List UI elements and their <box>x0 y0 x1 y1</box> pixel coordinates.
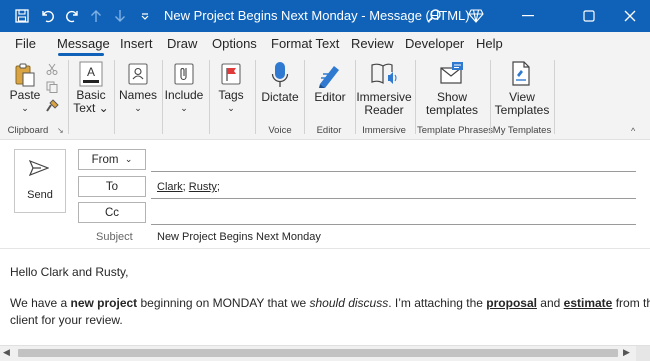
arrow-up-icon[interactable] <box>86 6 106 26</box>
tab-format-text[interactable]: Format Text <box>271 36 339 51</box>
ribbon-separator <box>162 60 163 134</box>
ribbon-separator <box>68 60 69 134</box>
format-painter-icon[interactable] <box>44 98 60 114</box>
tab-help[interactable]: Help <box>476 36 503 51</box>
to-button[interactable]: To <box>78 176 146 197</box>
minimize-icon[interactable] <box>508 0 548 32</box>
group-label-voice: Voice <box>268 125 292 136</box>
immersive-reader-label-2[interactable]: Reader <box>355 104 413 117</box>
tags-dropdown-icon[interactable]: ⌄ <box>221 102 241 115</box>
undo-icon[interactable] <box>38 6 58 26</box>
microphone-icon[interactable] <box>268 60 292 90</box>
tab-draw[interactable]: Draw <box>167 36 197 51</box>
attach-icon[interactable] <box>172 62 196 86</box>
ribbon-separator <box>255 60 256 134</box>
diamond-icon[interactable] <box>466 6 486 26</box>
flag-icon[interactable] <box>219 62 243 86</box>
collapse-ribbon-icon[interactable]: ^ <box>631 126 641 136</box>
group-label-clipboard: Clipboard <box>7 125 49 136</box>
from-button[interactable]: From ⌄ <box>78 149 146 170</box>
tab-file[interactable]: File <box>15 36 36 51</box>
tags-label[interactable]: Tags <box>213 89 249 102</box>
group-label-template-phrases: Template Phrases <box>417 125 494 136</box>
names-dropdown-icon[interactable]: ⌄ <box>128 102 148 115</box>
names-label[interactable]: Names <box>118 89 158 102</box>
search-icon[interactable] <box>424 6 444 26</box>
paste-button-label[interactable]: Paste <box>8 89 42 102</box>
recipient-clark[interactable]: Clark <box>157 181 183 193</box>
tab-message[interactable]: Message <box>57 36 110 51</box>
dialog-launcher-icon[interactable]: ↘ <box>57 126 65 135</box>
ribbon-separator <box>554 60 555 134</box>
paste-icon[interactable] <box>12 62 38 88</box>
editor-label[interactable]: Editor <box>310 91 350 104</box>
ribbon-separator <box>304 60 305 134</box>
subject-field[interactable]: New Project Begins Next Monday <box>157 231 321 243</box>
recipient-rusty[interactable]: Rusty <box>189 181 217 193</box>
to-field-line <box>151 198 636 199</box>
send-button-label[interactable]: Send <box>14 189 66 201</box>
customize-quick-access-icon[interactable] <box>135 6 155 26</box>
tab-options[interactable]: Options <box>212 36 257 51</box>
copy-icon[interactable] <box>44 80 60 94</box>
close-icon[interactable] <box>610 0 650 32</box>
ribbon-separator <box>490 60 491 134</box>
group-label-my-templates: My Templates <box>492 125 552 136</box>
immersive-reader-icon[interactable] <box>369 60 399 88</box>
show-templates-label-2[interactable]: templates <box>422 104 482 117</box>
to-field[interactable]: Clark; Rusty; <box>157 181 220 193</box>
scroll-right-icon[interactable]: ▶ <box>623 347 630 358</box>
address-book-icon[interactable] <box>126 62 150 86</box>
scroll-left-icon[interactable]: ◀ <box>3 347 10 358</box>
subject-label: Subject <box>96 231 133 243</box>
ribbon-separator <box>209 60 210 134</box>
body-paragraph-line-2[interactable]: client for your review. <box>10 313 123 327</box>
editor-icon[interactable] <box>316 61 344 89</box>
basic-text-label-2[interactable]: Text ⌄ <box>73 102 109 115</box>
tab-developer[interactable]: Developer <box>405 36 464 51</box>
view-templates-label-2[interactable]: Templates <box>492 104 552 117</box>
from-field-line <box>151 171 636 172</box>
cut-icon[interactable] <box>44 62 60 76</box>
group-label-editor: Editor <box>316 125 342 136</box>
show-templates-icon[interactable] <box>438 60 466 88</box>
scrollbar-thumb[interactable] <box>18 349 618 357</box>
body-paragraph-line-1[interactable]: We have a new project beginning on MONDA… <box>10 296 650 310</box>
tab-insert[interactable]: Insert <box>120 36 153 51</box>
group-label-immersive: Immersive <box>362 125 406 136</box>
redo-icon[interactable] <box>62 6 82 26</box>
tab-review[interactable]: Review <box>351 36 394 51</box>
ribbon-separator <box>114 60 115 134</box>
basic-text-icon[interactable]: A <box>78 61 104 87</box>
cc-field-line <box>151 224 636 225</box>
include-label[interactable]: Include <box>164 89 204 102</box>
view-templates-icon[interactable] <box>507 60 535 88</box>
chevron-down-icon: ⌄ <box>124 154 133 164</box>
cc-button[interactable]: Cc <box>78 202 146 223</box>
arrow-down-icon[interactable] <box>110 6 130 26</box>
include-dropdown-icon[interactable]: ⌄ <box>174 102 194 115</box>
send-icon <box>28 159 50 177</box>
scroll-corner <box>636 346 650 361</box>
save-icon[interactable] <box>12 6 32 26</box>
maximize-icon[interactable] <box>569 0 609 32</box>
paste-dropdown-icon[interactable]: ⌄ <box>17 102 33 115</box>
body-greeting[interactable]: Hello Clark and Rusty, <box>10 265 129 279</box>
dictate-label[interactable]: Dictate <box>258 91 302 104</box>
svg-text:A: A <box>87 65 95 79</box>
body-separator <box>0 248 650 249</box>
ribbon-separator <box>415 60 416 134</box>
